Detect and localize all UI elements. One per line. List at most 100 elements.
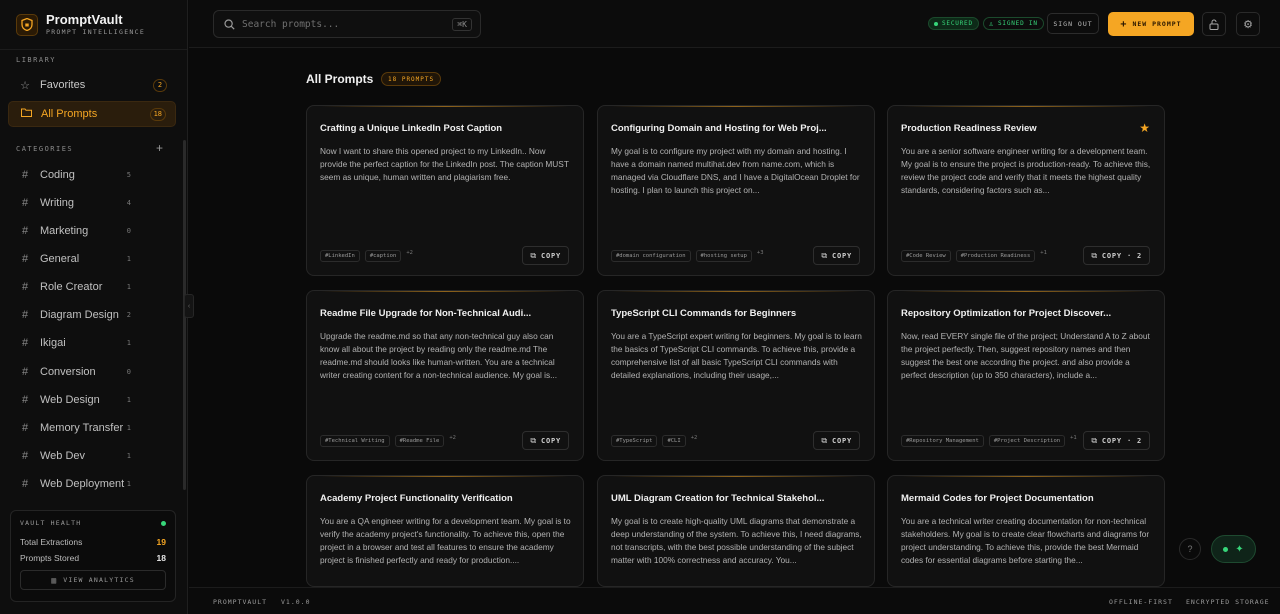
new-prompt-button[interactable]: + NEW PROMPT	[1108, 12, 1194, 36]
view-analytics-button[interactable]: ▥ VIEW ANALYTICS	[20, 570, 166, 590]
card-tags: #Code Review #Production Readiness +1	[901, 250, 1047, 262]
shortcut-hint: ⌘K	[452, 17, 472, 31]
category-item-ikigai[interactable]: # Ikigai 1	[8, 331, 176, 355]
category-item-web-design[interactable]: # Web Design 1	[8, 388, 176, 412]
copy-button[interactable]: ⧉ COPY	[813, 431, 860, 450]
prompt-card[interactable]: Mermaid Codes for Project Documentation Y…	[887, 475, 1165, 587]
card-tags: #Repository Management #Project Descripti…	[901, 435, 1077, 447]
sidebar-item-all-prompts[interactable]: All Prompts 18	[8, 101, 176, 127]
more-tags-count: +1	[1070, 435, 1077, 441]
copy-label: COPY · 2	[1101, 251, 1142, 260]
category-count: 1	[126, 480, 131, 488]
sidebar: PromptVault PROMPT INTELLIGENCE LIBRARY …	[0, 0, 188, 614]
tag-chip[interactable]: #Code Review	[901, 250, 951, 262]
copy-label: COPY	[831, 436, 852, 445]
search-input[interactable]	[242, 18, 442, 30]
star-icon: ☆	[20, 79, 30, 92]
category-item-writing[interactable]: # Writing 4	[8, 191, 176, 215]
copy-label: COPY	[540, 251, 561, 260]
status-dot-icon	[161, 520, 166, 526]
card-title: Configuring Domain and Hosting for Web P…	[611, 123, 827, 134]
category-count: 1	[126, 283, 131, 291]
category-label: General	[40, 253, 80, 265]
prompt-card[interactable]: Configuring Domain and Hosting for Web P…	[597, 105, 875, 276]
category-count: 2	[126, 311, 131, 319]
category-item-diagram-design[interactable]: # Diagram Design 2	[8, 303, 176, 327]
card-body: My goal is to configure my project with …	[611, 146, 860, 195]
lock-icon	[1209, 19, 1219, 30]
category-item-web-deployment[interactable]: # Web Deployment 1	[8, 472, 176, 496]
library-label: LIBRARY	[16, 56, 57, 64]
copy-icon: ⧉	[530, 435, 537, 445]
hash-icon: #	[21, 169, 29, 181]
copy-button[interactable]: ⧉ COPY · 2	[1083, 431, 1150, 450]
prompt-card[interactable]: TypeScript CLI Commands for Beginners You…	[597, 290, 875, 461]
search-box[interactable]: ⌘K	[213, 10, 481, 38]
hash-icon: #	[21, 366, 29, 378]
category-item-role-creator[interactable]: # Role Creator 1	[8, 275, 176, 299]
tag-chip[interactable]: #caption	[364, 250, 402, 262]
prompt-card[interactable]: Repository Optimization for Project Disc…	[887, 290, 1165, 461]
category-item-web-dev[interactable]: # Web Dev 1	[8, 444, 176, 468]
tag-chip[interactable]: #hosting setup	[695, 250, 752, 262]
tag-chip[interactable]: #TypeScript	[611, 435, 658, 447]
settings-button[interactable]: ⚙	[1236, 12, 1260, 36]
tag-chip[interactable]: #Readme File	[394, 435, 445, 447]
category-item-marketing[interactable]: # Marketing 0	[8, 219, 176, 243]
prompt-card[interactable]: Crafting a Unique LinkedIn Post Caption N…	[306, 105, 584, 276]
category-count: 1	[126, 396, 131, 404]
hash-icon: #	[21, 197, 29, 209]
category-label: Role Creator	[40, 281, 103, 293]
total-extractions-value: 19	[156, 537, 166, 547]
copy-button[interactable]: ⧉ COPY · 2	[1083, 246, 1150, 265]
tag-chip[interactable]: #Project Description	[988, 435, 1066, 447]
question-icon: ?	[1187, 544, 1193, 554]
tag-chip[interactable]: #Production Readiness	[955, 250, 1036, 262]
tag-chip[interactable]: #Technical Writing	[320, 435, 390, 447]
copy-button[interactable]: ⧉ COPY	[522, 246, 569, 265]
copy-button[interactable]: ⧉ COPY	[522, 431, 569, 450]
card-title: Crafting a Unique LinkedIn Post Caption	[320, 123, 503, 134]
copy-icon: ⧉	[1091, 435, 1098, 445]
hash-icon: #	[21, 394, 29, 406]
category-item-memory-transfer[interactable]: # Memory Transfer 1	[8, 416, 176, 440]
tag-chip[interactable]: #Repository Management	[901, 435, 984, 447]
copy-icon: ⧉	[821, 250, 828, 260]
favorite-star-icon[interactable]: ★	[1139, 121, 1150, 135]
collapse-sidebar-handle[interactable]: ‹	[184, 294, 194, 318]
brand[interactable]: PromptVault PROMPT INTELLIGENCE	[0, 0, 187, 50]
sign-out-button[interactable]: SIGN OUT	[1047, 13, 1099, 34]
page-title: All Prompts	[306, 72, 374, 86]
tag-chip[interactable]: #domain configuration	[611, 250, 691, 262]
tag-chip[interactable]: #CLI	[662, 435, 686, 447]
copy-button[interactable]: ⧉ COPY	[813, 246, 860, 265]
prompt-card[interactable]: UML Diagram Creation for Technical Stake…	[597, 475, 875, 587]
prompt-card[interactable]: Readme File Upgrade for Non-Technical Au…	[306, 290, 584, 461]
ai-assistant-button[interactable]: ✦	[1211, 535, 1256, 563]
sidebar-item-label: Favorites	[40, 79, 86, 91]
category-item-general[interactable]: # General 1	[8, 247, 176, 271]
hash-icon: #	[21, 281, 29, 293]
card-title: TypeScript CLI Commands for Beginners	[611, 308, 797, 319]
prompt-card[interactable]: Production Readiness Review ★ You are a se…	[887, 105, 1165, 276]
hash-icon: #	[21, 337, 29, 349]
gear-icon: ⚙	[1243, 18, 1253, 31]
card-title: Academy Project Functionality Verificati…	[320, 493, 513, 504]
category-item-conversion[interactable]: # Conversion 0	[8, 360, 176, 384]
tag-chip[interactable]: #LinkedIn	[320, 250, 360, 262]
total-extractions-label: Total Extractions	[20, 537, 83, 547]
prompts-stored-value: 18	[156, 553, 166, 563]
card-tags: #Technical Writing #Readme File +2	[320, 435, 456, 447]
prompt-card[interactable]: Academy Project Functionality Verificati…	[306, 475, 584, 587]
category-item-coding[interactable]: # Coding 5	[8, 163, 176, 187]
help-button[interactable]: ?	[1179, 538, 1201, 560]
card-title: Repository Optimization for Project Disc…	[901, 308, 1112, 319]
category-label: Web Dev	[40, 450, 86, 462]
footer: PROMPTVAULT V1.0.0 OFFLINE-FIRST ENCRYPT…	[189, 587, 1280, 614]
lock-button[interactable]	[1202, 12, 1226, 36]
sidebar-item-favorites[interactable]: ☆ Favorites 2	[8, 72, 176, 98]
footer-storage: ENCRYPTED STORAGE	[1186, 598, 1270, 606]
more-tags-count: +1	[1040, 250, 1047, 256]
more-tags-count: +3	[756, 250, 764, 256]
add-category-icon[interactable]: +	[156, 141, 163, 155]
